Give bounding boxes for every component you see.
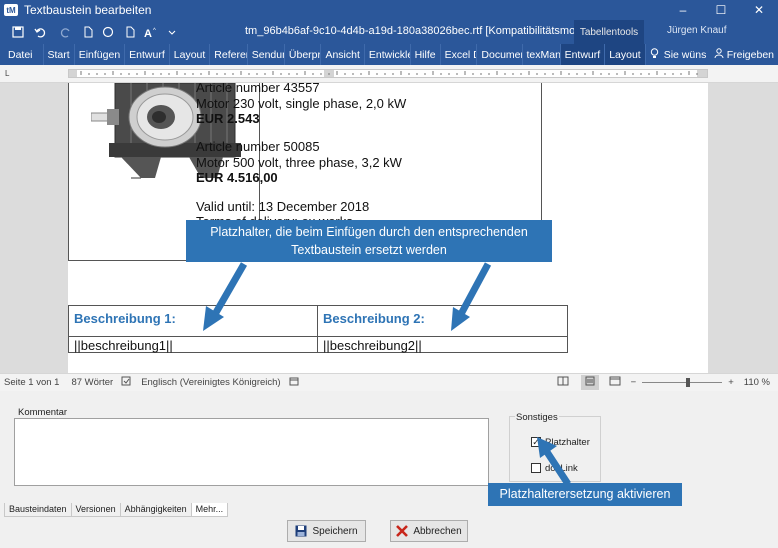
ruler-bar [0, 65, 778, 83]
motor-line-2: Motor 500 volt, three phase, 3,2 kW [196, 155, 402, 170]
tab-mehr[interactable]: Mehr... [190, 503, 229, 517]
placeholder-checkbox-label: Platzhalter [545, 437, 590, 448]
status-bar: Seite 1 von 1 87 Wörter Englisch (Verein… [0, 373, 778, 391]
word-count[interactable]: 87 Wörter [71, 377, 113, 388]
description-header-1: Beschreibung 1: [74, 311, 176, 326]
comment-textarea[interactable] [14, 418, 489, 486]
tell-me-label: Sie wünschen... [663, 48, 706, 61]
maximize-button[interactable]: ☐ [702, 0, 740, 20]
doclink-checkbox-label: docLink [545, 463, 578, 474]
user-name[interactable]: Jürgen Knauf [667, 25, 727, 36]
redo-icon[interactable] [58, 24, 74, 40]
lightbulb-icon [650, 47, 659, 62]
tab-ansicht[interactable]: Ansicht [321, 44, 365, 65]
tab-entwurf[interactable]: Entwurf [125, 44, 170, 65]
tab-excel-datei[interactable]: Excel Datei [441, 44, 478, 65]
zoom-level[interactable]: 110 % [744, 377, 770, 388]
context-tab-group: Tabellentools [574, 20, 644, 44]
app-icon: tM [4, 4, 18, 16]
cancel-button[interactable]: Abbrechen [390, 520, 468, 542]
quick-access-toolbar: A ^ tm_96b4b6af-9c10-4d4b-a19d-180a38026b… [0, 20, 778, 44]
activate-placeholder-callout: Platzhalterersetzung aktivieren [488, 483, 682, 506]
tab-layout[interactable]: Layout [170, 44, 211, 65]
valid-until-line: Valid until: 13 December 2018 [196, 199, 370, 214]
placeholder-1[interactable]: ||beschreibung1|| [74, 338, 173, 353]
macro-icon[interactable] [289, 376, 299, 389]
tab-bausteindaten[interactable]: Bausteindaten [4, 503, 72, 517]
customize-qat-icon[interactable] [164, 24, 180, 40]
svg-text:^: ^ [153, 28, 156, 34]
circle-shape-icon[interactable] [100, 24, 116, 40]
tell-me-box[interactable]: Sie wünschen... [646, 47, 710, 62]
tab-referenzen[interactable]: Referenzen [210, 44, 248, 65]
cancel-x-icon [396, 525, 409, 537]
tab-entwicklertools[interactable]: Entwicklertools [365, 44, 411, 65]
comment-label: Kommentar [18, 407, 68, 418]
page-count[interactable]: Seite 1 von 1 [4, 377, 59, 388]
zoom-slider[interactable] [642, 378, 723, 387]
save-button[interactable]: Speichern [287, 520, 366, 542]
floppy-disk-icon [295, 525, 307, 537]
tab-table-layout[interactable]: Layout [605, 44, 646, 65]
tab-sendungen[interactable]: Sendungen [248, 44, 285, 65]
cancel-label: Abbrechen [413, 525, 462, 537]
font-size-icon[interactable]: A ^ [143, 24, 159, 40]
read-mode-icon[interactable] [557, 376, 569, 389]
share-button[interactable]: Freigeben [710, 48, 778, 61]
motor-line-1: Motor 230 volt, single phase, 2,0 kW [196, 96, 407, 111]
article-line-2: Article number 50085 [196, 139, 320, 154]
share-label: Freigeben [726, 48, 774, 61]
tab-datei[interactable]: Datei [0, 44, 44, 65]
tab-document-info[interactable]: Document-Info [477, 44, 523, 65]
tab-table-entwurf[interactable]: Entwurf [560, 44, 606, 65]
tab-selector-icon[interactable]: L [5, 69, 9, 78]
tab-texmanager[interactable]: texManager [523, 44, 561, 65]
undo-icon[interactable] [32, 24, 48, 40]
window-title: Textbaustein bearbeiten [24, 3, 152, 17]
new-document-icon[interactable] [80, 24, 96, 40]
save-icon[interactable] [10, 24, 26, 40]
placeholder-checkbox[interactable]: ✓ [531, 437, 541, 447]
description-header-2: Beschreibung 2: [323, 311, 425, 326]
price-line-2: EUR 4.516,00 [196, 170, 278, 185]
document-icon[interactable] [122, 24, 138, 40]
doclink-checkbox[interactable] [531, 463, 541, 473]
placeholder-2[interactable]: ||beschreibung2|| [323, 338, 422, 353]
web-layout-icon[interactable] [609, 376, 621, 389]
text-module-form: Kommentar Sonstiges ✓ Platzhalter docLin… [0, 391, 778, 548]
ribbon-tabs: Datei Start Einfügen Entwurf Layout Refe… [0, 44, 778, 65]
tab-einfuegen[interactable]: Einfügen [75, 44, 126, 65]
tab-start[interactable]: Start [44, 44, 75, 65]
horizontal-ruler[interactable] [68, 69, 708, 78]
other-options-label: Sonstiges [515, 412, 559, 423]
tab-versionen[interactable]: Versionen [70, 503, 121, 517]
zoom-in-icon[interactable]: + [728, 377, 734, 388]
description-table[interactable]: Beschreibung 1: Beschreibung 2: ||beschr… [68, 305, 568, 353]
print-layout-icon[interactable] [580, 375, 599, 390]
placeholder-callout: Platzhalter, die beim Einfügen durch den… [186, 220, 552, 262]
zoom-out-icon[interactable]: − [631, 377, 637, 388]
person-icon [714, 48, 724, 61]
tab-abhaengigkeiten[interactable]: Abhängigkeiten [119, 503, 192, 517]
tab-ueberpruefen[interactable]: Überprüfen [285, 44, 322, 65]
save-label: Speichern [312, 525, 358, 537]
article-line-1: Article number 43557 [196, 83, 320, 95]
form-tabs: Bausteindaten Versionen Abhängigkeiten M… [4, 503, 229, 517]
minimize-button[interactable]: – [664, 0, 702, 20]
window-titlebar: tM Textbaustein bearbeiten – ☐ ✕ [0, 0, 778, 20]
svg-text:A: A [144, 28, 152, 38]
language-indicator[interactable]: Englisch (Vereinigtes Königreich) [141, 377, 280, 388]
tab-hilfe[interactable]: Hilfe [411, 44, 441, 65]
price-line-1: EUR 2.543 [196, 111, 260, 126]
proofing-icon[interactable] [121, 376, 131, 389]
close-button[interactable]: ✕ [740, 0, 778, 20]
